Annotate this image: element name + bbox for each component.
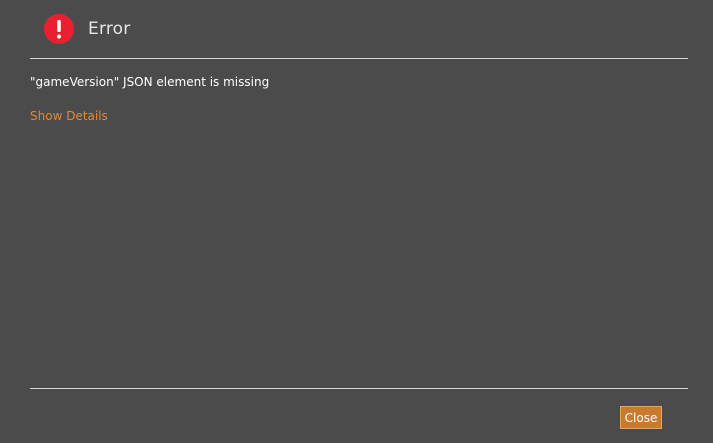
close-button[interactable]: Close [620, 406, 662, 429]
show-details-link[interactable]: Show Details [30, 109, 108, 123]
error-message: "gameVersion" JSON element is missing [30, 75, 270, 89]
error-icon [44, 14, 74, 44]
dialog-title: Error [88, 19, 131, 39]
header-divider [30, 58, 688, 59]
footer-divider [30, 388, 688, 389]
error-dialog: Error "gameVersion" JSON element is miss… [0, 0, 713, 443]
dialog-header: Error [44, 13, 130, 45]
